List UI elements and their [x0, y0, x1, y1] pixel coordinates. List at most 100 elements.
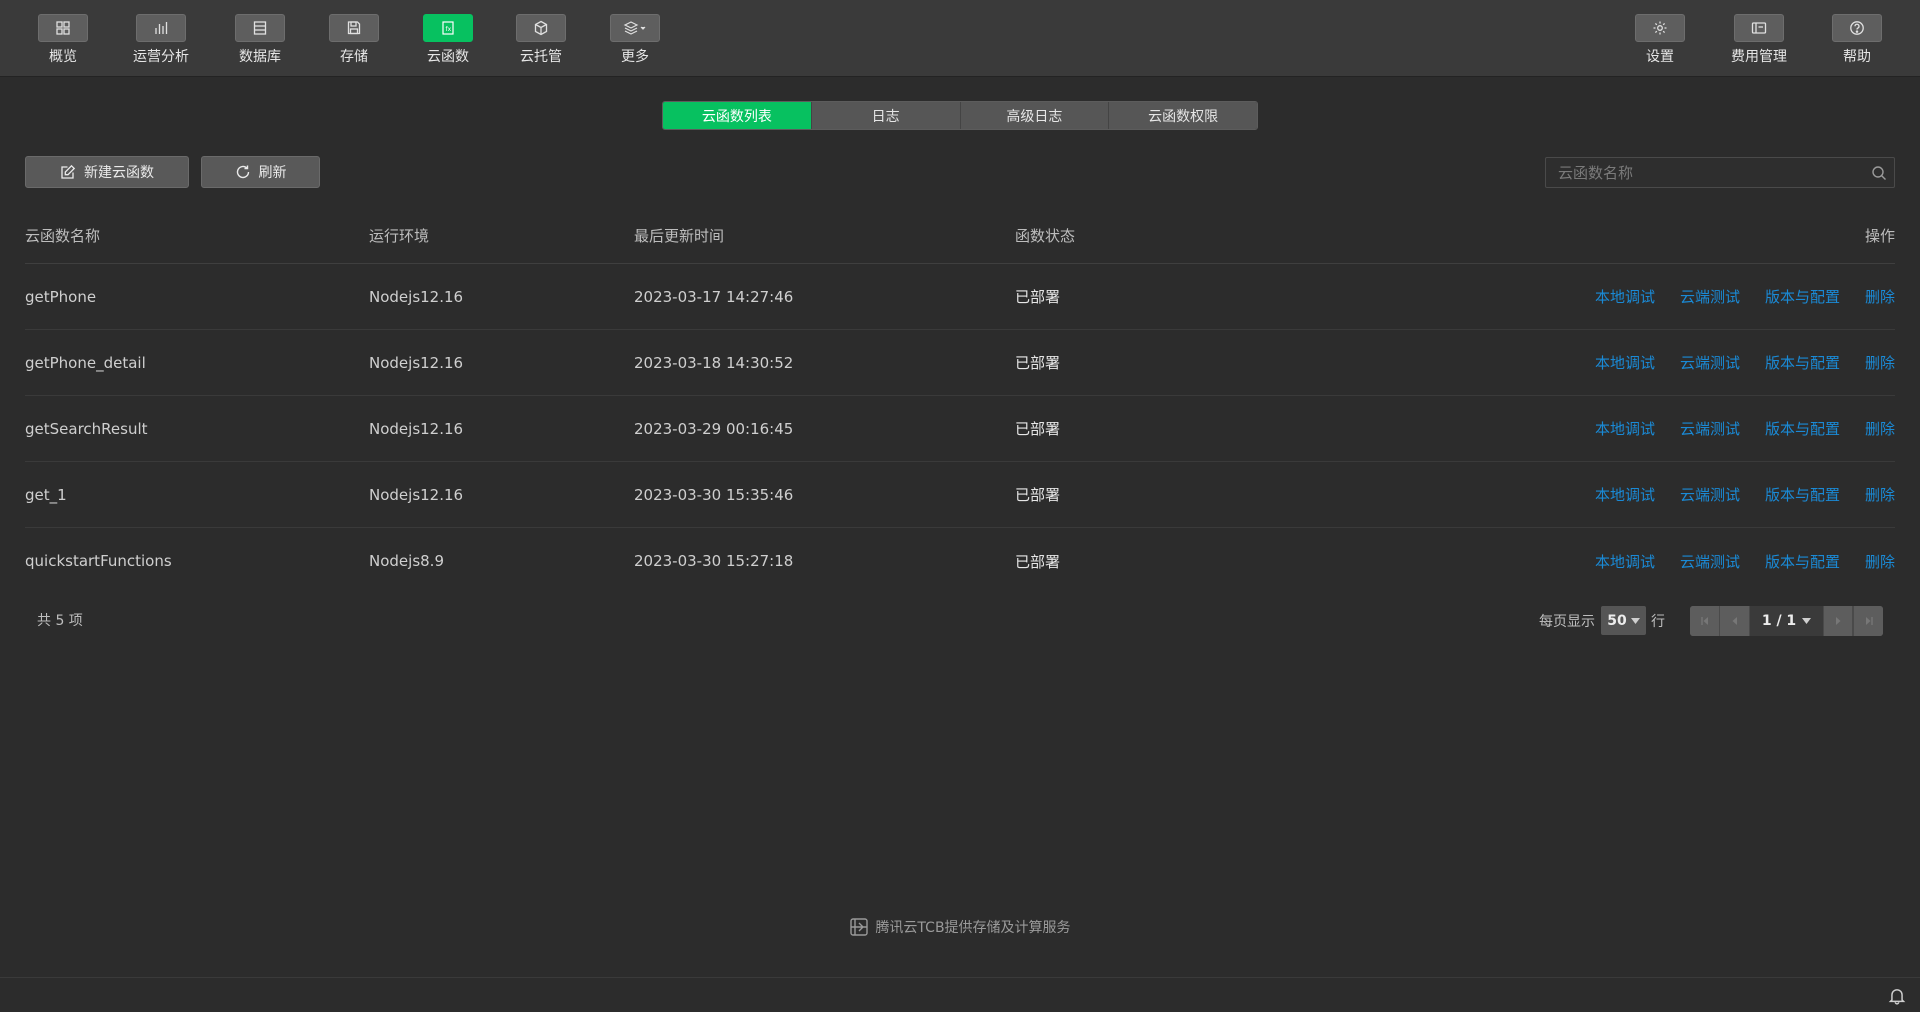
- database-icon: [235, 14, 285, 42]
- delete-link[interactable]: 删除: [1865, 286, 1895, 307]
- nav-billing-button[interactable]: 费用管理: [1709, 14, 1809, 70]
- delete-link[interactable]: 删除: [1865, 418, 1895, 439]
- caret-down-icon: [1802, 618, 1812, 624]
- header-ops: 操作: [1864, 226, 1895, 245]
- local-debug-link[interactable]: 本地调试: [1595, 352, 1655, 373]
- edit-icon: [61, 164, 76, 179]
- function-name: getSearchResult: [25, 419, 148, 438]
- nav-analytics-button[interactable]: 运营分析: [111, 14, 211, 70]
- first-page-button[interactable]: [1690, 606, 1720, 636]
- table-row: getPhone_detail Nodejs12.16 2023-03-18 1…: [25, 330, 1895, 396]
- grid-icon: [38, 14, 88, 42]
- cloud-test-link[interactable]: 云端测试: [1680, 484, 1740, 505]
- gear-icon: [1635, 14, 1685, 42]
- cloud-test-link[interactable]: 云端测试: [1680, 418, 1740, 439]
- version-config-link[interactable]: 版本与配置: [1765, 286, 1840, 307]
- cloud-test-link[interactable]: 云端测试: [1680, 352, 1740, 373]
- refresh-button[interactable]: 刷新: [201, 156, 320, 188]
- table-header: 云函数名称 运行环境 最后更新时间 函数状态 操作: [25, 207, 1895, 264]
- nav-label: 帮助: [1843, 49, 1871, 65]
- caret-down-icon: [1630, 617, 1640, 624]
- per-page-unit: 行: [1651, 614, 1665, 630]
- nav-more-button[interactable]: 更多: [585, 14, 685, 70]
- function-time: 2023-03-17 14:27:46: [634, 287, 794, 306]
- nav-label: 设置: [1646, 49, 1674, 65]
- next-page-icon: [1836, 617, 1841, 625]
- nav-settings-button[interactable]: 设置: [1610, 14, 1710, 70]
- cloud-test-link[interactable]: 云端测试: [1680, 286, 1740, 307]
- delete-link[interactable]: 删除: [1865, 352, 1895, 373]
- nav-label: 运营分析: [133, 49, 189, 65]
- function-env: Nodejs12.16: [369, 485, 464, 504]
- new-function-label: 新建云函数: [84, 165, 154, 181]
- floppy-icon: [329, 14, 379, 42]
- local-debug-link[interactable]: 本地调试: [1595, 484, 1655, 505]
- status-bar: [0, 977, 1920, 1012]
- new-function-button[interactable]: 新建云函数: [25, 156, 189, 188]
- delete-link[interactable]: 删除: [1865, 551, 1895, 572]
- function-time: 2023-03-18 14:30:52: [634, 353, 794, 372]
- function-state: 已部署: [1015, 420, 1061, 438]
- bell-icon[interactable]: [1888, 987, 1906, 1005]
- function-time: 2023-03-29 00:16:45: [634, 419, 794, 438]
- nav-cloud-function-button[interactable]: fx 云函数: [398, 14, 498, 70]
- function-state: 已部署: [1015, 288, 1061, 306]
- last-page-button[interactable]: [1853, 606, 1883, 636]
- local-debug-link[interactable]: 本地调试: [1595, 286, 1655, 307]
- nav-database-button[interactable]: 数据库: [210, 14, 310, 70]
- prev-page-button[interactable]: [1720, 606, 1750, 636]
- table-row: getSearchResult Nodejs12.16 2023-03-29 0…: [25, 396, 1895, 462]
- function-env: Nodejs12.16: [369, 419, 464, 438]
- version-config-link[interactable]: 版本与配置: [1765, 551, 1840, 572]
- nav-label: 概览: [49, 49, 77, 65]
- tab-function-list[interactable]: 云函数列表: [663, 102, 812, 129]
- bar-chart-icon: [136, 14, 186, 42]
- function-env: Nodejs8.9: [369, 552, 444, 570]
- refresh-label: 刷新: [258, 165, 287, 181]
- function-name: get_1: [25, 485, 67, 504]
- billing-icon: [1734, 14, 1784, 42]
- function-state: 已部署: [1015, 486, 1061, 504]
- per-page-select[interactable]: 50: [1601, 606, 1646, 635]
- version-config-link[interactable]: 版本与配置: [1765, 418, 1840, 439]
- version-config-link[interactable]: 版本与配置: [1765, 484, 1840, 505]
- nav-label: 费用管理: [1731, 49, 1787, 65]
- search-input[interactable]: [1546, 158, 1864, 187]
- first-page-icon: [1700, 617, 1708, 625]
- nav-help-button[interactable]: 帮助: [1807, 14, 1907, 70]
- function-state: 已部署: [1015, 354, 1061, 372]
- function-state: 已部署: [1015, 552, 1061, 571]
- cloud-test-link[interactable]: 云端测试: [1680, 551, 1740, 572]
- page-select[interactable]: 1 / 1: [1750, 606, 1823, 636]
- top-toolbar: 概览 运营分析 数据库 存储 fx 云函数 云托管 更多 设置 费用管理 帮助: [0, 0, 1920, 77]
- tab-function-permissions[interactable]: 云函数权限: [1109, 102, 1257, 129]
- function-tabs: 云函数列表 日志 高级日志 云函数权限: [662, 101, 1258, 130]
- local-debug-link[interactable]: 本地调试: [1595, 551, 1655, 572]
- function-env: Nodejs12.16: [369, 353, 464, 372]
- next-page-button[interactable]: [1823, 606, 1853, 636]
- row-actions: 本地调试 云端测试 版本与配置 删除: [1595, 396, 1895, 461]
- per-page-value: 50: [1607, 612, 1627, 629]
- nav-storage-button[interactable]: 存储: [304, 14, 404, 70]
- header-state: 函数状态: [1015, 226, 1076, 245]
- function-env: Nodejs12.16: [369, 287, 464, 306]
- nav-overview-button[interactable]: 概览: [13, 14, 113, 70]
- version-config-link[interactable]: 版本与配置: [1765, 352, 1840, 373]
- function-time: 2023-03-30 15:27:18: [634, 552, 794, 570]
- delete-link[interactable]: 删除: [1865, 484, 1895, 505]
- svg-text:fx: fx: [446, 26, 452, 33]
- pagination: 1 / 1: [1690, 606, 1883, 636]
- tab-advanced-logs[interactable]: 高级日志: [960, 102, 1110, 129]
- layers-icon: [610, 14, 660, 42]
- page-indicator: 1 / 1: [1761, 613, 1797, 629]
- tab-logs[interactable]: 日志: [811, 102, 961, 129]
- function-icon: fx: [423, 14, 473, 42]
- table-row: quickstartFunctions Nodejs8.9 2023-03-30…: [25, 528, 1895, 594]
- search-icon[interactable]: [1864, 165, 1894, 181]
- header-time: 最后更新时间: [634, 226, 725, 245]
- nav-cloud-hosting-button[interactable]: 云托管: [491, 14, 591, 70]
- footer: 腾讯云TCB提供存储及计算服务: [0, 915, 1920, 939]
- table-row: getPhone Nodejs12.16 2023-03-17 14:27:46…: [25, 264, 1895, 330]
- cube-icon: [516, 14, 566, 42]
- local-debug-link[interactable]: 本地调试: [1595, 418, 1655, 439]
